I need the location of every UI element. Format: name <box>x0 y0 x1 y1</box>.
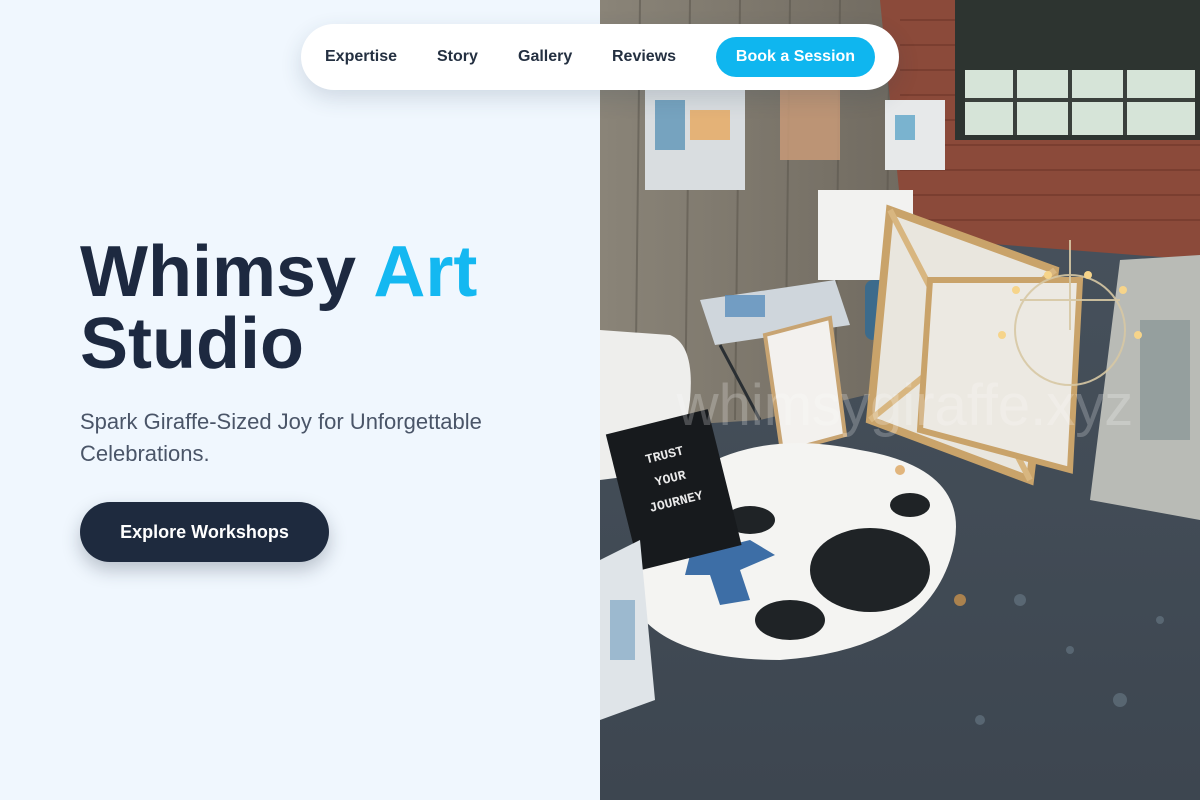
book-session-button[interactable]: Book a Session <box>716 37 875 77</box>
image-watermark: whimsygiraffe.xyz <box>676 373 1134 438</box>
hero-subtitle: Spark Giraffe-Sized Joy for Unforgettabl… <box>80 409 482 466</box>
hero-studio-image: TRUST YOUR JOURNEY whimsygiraffe.xyz <box>600 0 1200 800</box>
nav-link-story[interactable]: Story <box>437 24 478 90</box>
nav-link-gallery[interactable]: Gallery <box>518 24 572 90</box>
nav-link-expertise[interactable]: Expertise <box>325 24 397 90</box>
hero-title-part1: Whimsy <box>80 232 374 312</box>
nav-link-reviews[interactable]: Reviews <box>612 24 676 90</box>
explore-workshops-button[interactable]: Explore Workshops <box>80 502 329 562</box>
main-navigation: Expertise Story Gallery Reviews Book a S… <box>301 24 899 90</box>
hero-title-accent: Art <box>373 232 478 312</box>
hero-left-panel: Whimsy Art Studio Spark Giraffe-Sized Jo… <box>0 0 600 800</box>
hero-title: Whimsy Art Studio <box>80 236 580 380</box>
hero-title-part2: Studio <box>80 304 304 384</box>
